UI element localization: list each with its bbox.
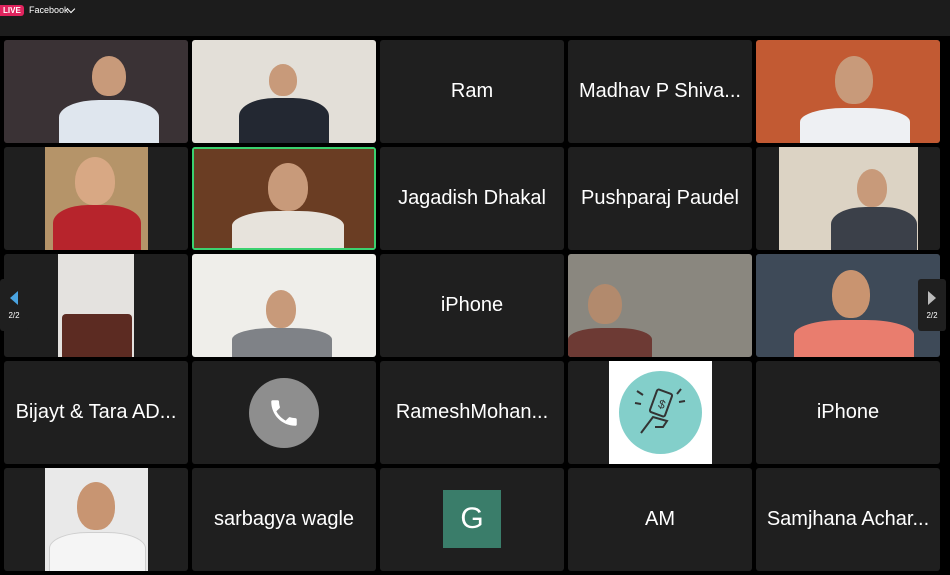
name-tile[interactable]: Pushparaj Paudel (568, 147, 752, 250)
arrow-right-icon (928, 290, 936, 305)
video-tile[interactable] (4, 147, 188, 250)
participant-video (45, 147, 148, 250)
name-tile[interactable]: iPhone (380, 254, 564, 357)
participant-photo (45, 468, 148, 571)
page-indicator: 2/2 (8, 310, 20, 320)
video-tile[interactable] (568, 254, 752, 357)
participant-name: iPhone (440, 294, 504, 316)
participant-name: iPhone (816, 401, 880, 423)
name-tile[interactable]: Bijayt & Tara AD... (4, 361, 188, 464)
name-tile[interactable]: Madhav P Shiva... (568, 40, 752, 143)
letter-avatar: G (443, 490, 501, 548)
participant-name: AM (645, 508, 675, 530)
page-indicator: 2/2 (926, 310, 938, 320)
participant-name: sarbagya wagle (213, 508, 355, 530)
phone-icon (249, 378, 319, 448)
participant-video (192, 254, 376, 357)
avatar-tile[interactable]: G (380, 468, 564, 571)
participant-video (568, 254, 752, 357)
participant-name: RameshMohan... (395, 401, 549, 423)
profile-picture: $ (609, 361, 712, 464)
money-hand-icon: $ (619, 371, 702, 454)
participant-name: Madhav P Shiva... (579, 80, 741, 102)
name-tile[interactable]: Samjhana Achar... (756, 468, 940, 571)
video-tile[interactable] (4, 468, 188, 571)
participant-name: Samjhana Achar... (766, 508, 930, 530)
participant-video (756, 254, 940, 357)
participant-name: Ram (450, 80, 494, 102)
video-tile[interactable] (192, 40, 376, 143)
video-tile-active-speaker[interactable] (192, 147, 376, 250)
participant-video (58, 254, 134, 357)
previous-page-button[interactable]: 2/2 (0, 279, 28, 331)
live-badge: LIVE (0, 5, 24, 16)
participant-video (756, 40, 940, 143)
video-tile[interactable] (4, 254, 188, 357)
participant-name: Bijayt & Tara AD... (15, 401, 177, 423)
avatar-tile[interactable]: $ (568, 361, 752, 464)
name-tile[interactable]: iPhone (756, 361, 940, 464)
name-tile[interactable]: sarbagya wagle (192, 468, 376, 571)
next-page-button[interactable]: 2/2 (918, 279, 946, 331)
video-tile[interactable] (756, 254, 940, 357)
participant-name: Pushparaj Paudel (581, 187, 739, 209)
participant-video (194, 149, 374, 248)
video-tile[interactable] (756, 147, 940, 250)
top-bar: LIVE Facebook (0, 0, 950, 36)
stream-target-label[interactable]: Facebook (29, 5, 69, 16)
arrow-left-icon (10, 290, 18, 305)
name-tile[interactable]: AM (568, 468, 752, 571)
name-tile[interactable]: Jagadish Dhakal (380, 147, 564, 250)
video-tile[interactable] (756, 40, 940, 143)
participant-video (779, 147, 918, 250)
phone-tile[interactable] (192, 361, 376, 464)
name-tile[interactable]: RameshMohan... (380, 361, 564, 464)
video-tile[interactable] (192, 254, 376, 357)
participant-video (192, 40, 376, 143)
name-tile[interactable]: Ram (380, 40, 564, 143)
participant-name: Jagadish Dhakal (398, 187, 546, 209)
video-tile[interactable] (4, 40, 188, 143)
participant-video (4, 40, 188, 143)
